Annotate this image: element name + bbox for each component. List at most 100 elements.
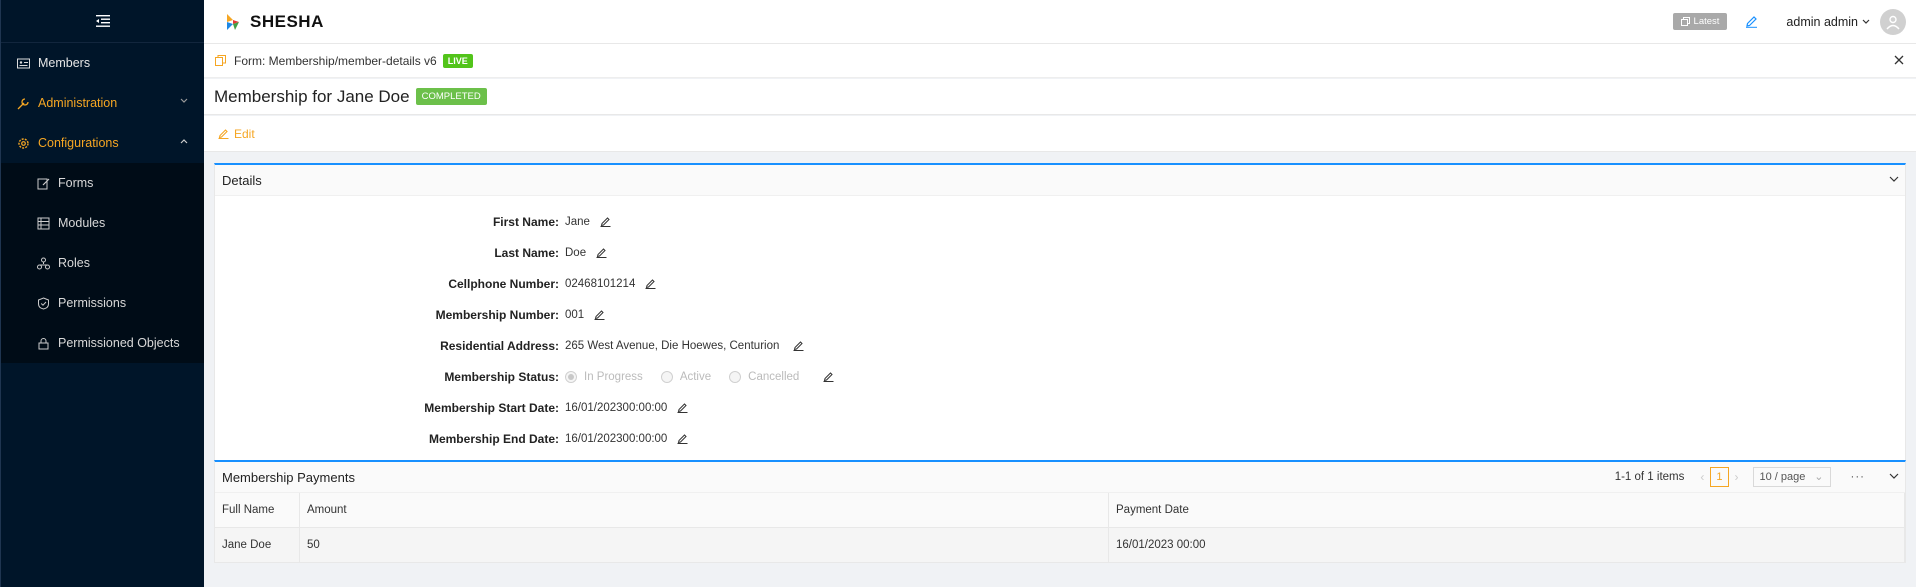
configurations-submenu: Forms Modules Roles Permissions Permissi… bbox=[1, 163, 204, 363]
chevron-down-icon[interactable] bbox=[1889, 473, 1899, 480]
field-membership-status: Membership Status: In Progress Active Ca… bbox=[215, 361, 1905, 392]
next-page-button[interactable]: › bbox=[1735, 470, 1739, 484]
pagination-count: 1-1 of 1 items bbox=[1614, 471, 1685, 483]
radio-label: Cancelled bbox=[748, 370, 800, 383]
sidebar-item-label: Members bbox=[38, 56, 91, 70]
table-cell: 16/01/2023 00:00 bbox=[1108, 527, 1905, 563]
field-label: Cellphone Number: bbox=[448, 276, 559, 291]
field-value: Doe bbox=[565, 246, 587, 259]
avatar[interactable] bbox=[1880, 8, 1906, 35]
edit-icon[interactable] bbox=[600, 216, 611, 227]
payments-title: Membership Payments bbox=[222, 469, 355, 485]
chevron-down-icon[interactable] bbox=[1862, 19, 1870, 25]
payments-panel-header: Membership Payments 1-1 of 1 items ‹ 1 ›… bbox=[215, 462, 1905, 493]
field-last-name: Last Name: Doe bbox=[215, 237, 1905, 268]
field-label: Residential Address: bbox=[440, 338, 559, 353]
sidebar-item-label: Roles bbox=[58, 256, 90, 270]
sidebar-item-label: Permissioned Objects bbox=[58, 336, 180, 350]
logo-text: SHESHA bbox=[250, 11, 324, 31]
page-size-select[interactable]: 10 / page ⌄ bbox=[1752, 467, 1831, 487]
table-cell: Jane Doe bbox=[215, 527, 300, 563]
sidebar-item-members[interactable]: Members bbox=[1, 43, 204, 83]
details-panel: Details First Name: Jane Last Name: Doe … bbox=[214, 163, 1906, 460]
field-label: Membership End Date: bbox=[428, 431, 559, 446]
lock-icon bbox=[38, 337, 49, 349]
field-value: 16/01/202300:00:00 bbox=[565, 401, 668, 414]
status-badge: COMPLETED bbox=[415, 88, 487, 105]
id-card-icon bbox=[17, 58, 30, 68]
column-header-full-name[interactable]: Full Name bbox=[215, 493, 300, 528]
gear-icon bbox=[18, 137, 29, 149]
sidebar-item-permissioned-objects[interactable]: Permissioned Objects bbox=[1, 323, 204, 363]
page-size-label: 10 / page bbox=[1759, 471, 1806, 483]
radio-in-progress[interactable]: In Progress bbox=[565, 370, 643, 383]
field-value: 001 bbox=[565, 308, 585, 321]
toolbar: Edit bbox=[204, 116, 1916, 152]
edit-label: Edit bbox=[234, 126, 255, 141]
modules-icon bbox=[37, 217, 50, 229]
radio-label: In Progress bbox=[584, 370, 643, 383]
chevron-down-icon: ⌄ bbox=[1814, 471, 1824, 483]
edit-mode-icon[interactable] bbox=[1745, 15, 1758, 28]
sidebar-item-forms[interactable]: Forms bbox=[1, 163, 204, 203]
edit-button[interactable]: Edit bbox=[218, 127, 255, 141]
field-start-date: Membership Start Date: 16/01/202300:00:0… bbox=[215, 392, 1905, 423]
shesha-logo-icon bbox=[227, 13, 239, 30]
column-header-amount[interactable]: Amount bbox=[299, 493, 1109, 528]
membership-status-radio-group: In Progress Active Cancelled bbox=[565, 370, 834, 383]
field-label: Membership Status: bbox=[444, 369, 559, 384]
details-title: Details bbox=[222, 172, 262, 188]
top-header: SHESHA Latest admin admin bbox=[204, 0, 1916, 44]
edit-icon[interactable] bbox=[823, 371, 834, 382]
copy-icon bbox=[1680, 17, 1690, 26]
chevron-down-icon bbox=[180, 98, 188, 103]
header-actions: Latest admin admin bbox=[1672, 0, 1906, 43]
form-edit-icon bbox=[37, 178, 50, 189]
edit-icon[interactable] bbox=[677, 433, 688, 444]
main-content: Details First Name: Jane Last Name: Doe … bbox=[214, 163, 1906, 563]
edit-icon bbox=[218, 129, 229, 139]
prev-page-button[interactable]: ‹ bbox=[1700, 470, 1704, 484]
edit-icon[interactable] bbox=[594, 309, 605, 320]
sidebar-item-roles[interactable]: Roles bbox=[1, 243, 204, 283]
form-info-bar: Form: Membership/member-details v6 LIVE bbox=[204, 44, 1916, 78]
field-value: 02468101214 bbox=[565, 277, 636, 290]
table-row[interactable]: Jane Doe 50 16/01/2023 00:00 bbox=[215, 527, 1905, 563]
field-membership-number: Membership Number: 001 bbox=[215, 299, 1905, 330]
payments-table: Full Name Amount Payment Date Jane Doe 5… bbox=[215, 493, 1905, 563]
sidebar-menu: Members Administration Configurations Fo… bbox=[1, 43, 204, 363]
live-tag: LIVE bbox=[442, 53, 473, 68]
more-options-button[interactable]: ··· bbox=[1851, 471, 1866, 483]
edit-icon[interactable] bbox=[677, 402, 688, 413]
sidebar-item-administration[interactable]: Administration bbox=[1, 83, 204, 123]
pagination: 1-1 of 1 items ‹ 1 › 10 / page ⌄ ··· bbox=[1615, 462, 1865, 492]
field-label: Membership Number: bbox=[435, 307, 559, 322]
sidebar-item-permissions[interactable]: Permissions bbox=[1, 283, 204, 323]
radio-active[interactable]: Active bbox=[660, 370, 712, 383]
user-menu[interactable]: admin admin bbox=[1786, 15, 1858, 29]
close-icon[interactable] bbox=[1894, 55, 1904, 65]
edit-icon[interactable] bbox=[645, 278, 656, 289]
radio-cancelled[interactable]: Cancelled bbox=[729, 370, 800, 383]
edit-icon[interactable] bbox=[793, 340, 804, 351]
sidebar-item-modules[interactable]: Modules bbox=[1, 203, 204, 243]
edit-icon[interactable] bbox=[596, 247, 607, 258]
latest-label: Latest bbox=[1693, 16, 1720, 27]
field-label: Membership Start Date: bbox=[424, 400, 559, 415]
latest-version-button[interactable]: Latest bbox=[1672, 13, 1728, 30]
field-label: Last Name: bbox=[494, 245, 559, 260]
table-header-row: Full Name Amount Payment Date bbox=[215, 493, 1905, 528]
sidebar-item-label: Modules bbox=[58, 216, 106, 230]
details-panel-header[interactable]: Details bbox=[215, 165, 1905, 196]
field-residential-address: Residential Address: 265 West Avenue, Di… bbox=[215, 330, 1905, 361]
sidebar-collapse-button[interactable] bbox=[1, 0, 204, 43]
chevron-down-icon[interactable] bbox=[1889, 176, 1899, 183]
chevron-up-icon bbox=[180, 139, 188, 144]
column-header-payment-date[interactable]: Payment Date bbox=[1108, 493, 1905, 528]
radio-label: Active bbox=[679, 370, 712, 383]
page-title-bar: Membership for Jane Doe COMPLETED bbox=[204, 79, 1916, 115]
sidebar-item-configurations[interactable]: Configurations bbox=[1, 123, 204, 163]
table-cell: 50 bbox=[299, 527, 1109, 563]
page-number-button[interactable]: 1 bbox=[1710, 467, 1729, 487]
logo[interactable]: SHESHA bbox=[224, 12, 324, 32]
